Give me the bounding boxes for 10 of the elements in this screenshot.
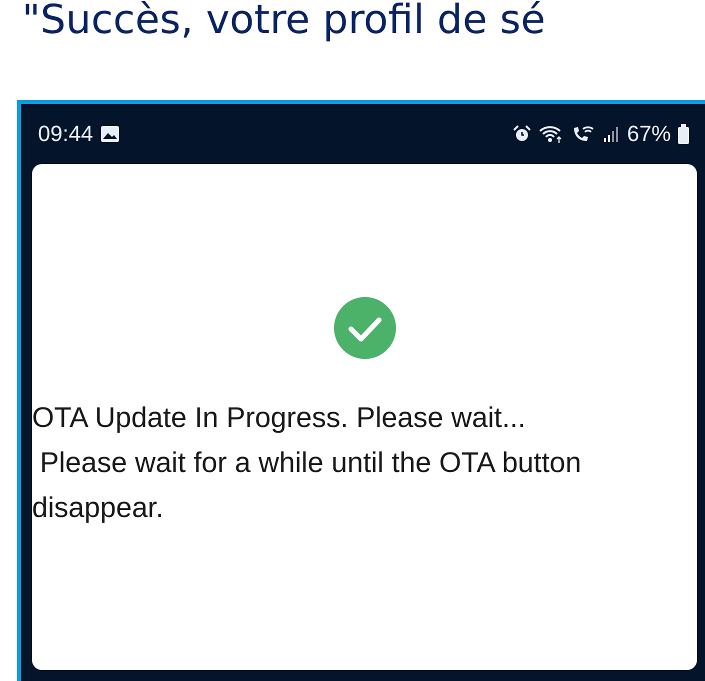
battery-percent: 67% [626,121,671,147]
wifi-icon [538,124,564,144]
success-check-icon [334,297,396,359]
signal-icon [602,125,620,143]
status-time: 09:44 [38,121,94,147]
dialog-message: OTA Update In Progress. Please wait... Please wait for a while until the OTA button disappear. [32,401,582,526]
page-heading: "Succès, votre profil de sé [21,0,546,44]
alarm-icon [512,125,531,143]
battery-icon [678,124,689,144]
image-icon [100,125,120,143]
